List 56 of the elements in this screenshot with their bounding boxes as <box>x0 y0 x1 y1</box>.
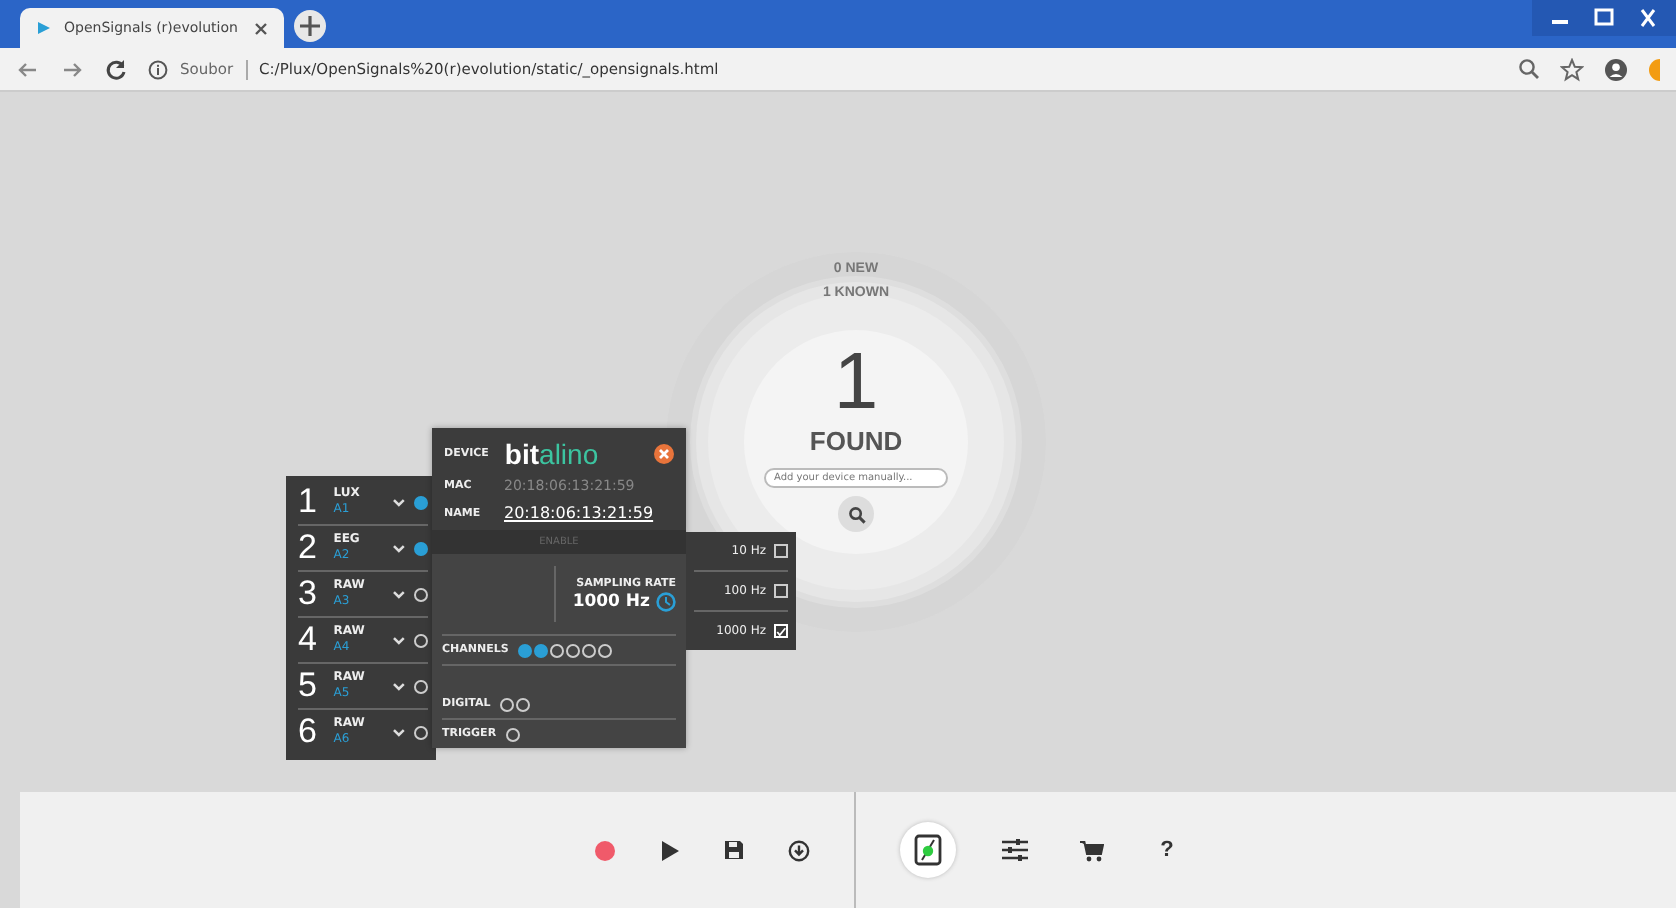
digital-toggle[interactable] <box>516 697 531 711</box>
logo-accent-text: alino <box>539 438 599 470</box>
channel-toggle[interactable] <box>414 725 428 739</box>
channel-indicator[interactable] <box>566 643 581 657</box>
chevron-icon[interactable] <box>392 727 407 737</box>
channel-number: 4 <box>298 620 319 660</box>
rate-checkbox[interactable] <box>774 584 788 598</box>
help-button[interactable]: ? <box>1151 834 1183 866</box>
cart-icon <box>1079 839 1103 861</box>
record-icon[interactable] <box>593 839 615 861</box>
back-icon[interactable] <box>16 57 40 81</box>
clock-icon[interactable] <box>656 591 676 611</box>
digital-toggle[interactable] <box>500 697 515 711</box>
chevron-icon[interactable] <box>392 635 407 645</box>
search-button[interactable] <box>838 496 874 532</box>
channel-number: 1 <box>298 482 319 522</box>
save-icon[interactable] <box>723 840 743 860</box>
star-icon[interactable] <box>1560 57 1584 81</box>
channel-toggle[interactable] <box>414 541 428 555</box>
channel-number: 6 <box>298 712 319 752</box>
logo-text: bit <box>504 438 540 470</box>
forward-icon[interactable] <box>60 57 84 81</box>
found-label: FOUND <box>809 426 903 456</box>
account-icon[interactable] <box>1604 57 1628 81</box>
device-icon <box>913 834 941 866</box>
sliders-icon <box>1002 838 1028 862</box>
channel-number: 3 <box>298 574 319 614</box>
tab-favicon-icon <box>36 20 52 36</box>
channel-number: 5 <box>298 666 319 706</box>
device-name[interactable]: 20:18:06:13:21:59 <box>504 504 654 522</box>
channel-number: 2 <box>298 528 319 568</box>
close-icon[interactable] <box>254 21 268 35</box>
trigger-toggle[interactable] <box>506 727 521 741</box>
sampling-rate-value: 1000 Hz <box>572 591 650 611</box>
play-icon[interactable] <box>659 839 679 861</box>
new-tab-icon[interactable] <box>292 8 328 44</box>
search-icon <box>847 505 865 523</box>
channel-toggle[interactable] <box>414 587 428 601</box>
sliders-button[interactable] <box>999 834 1031 866</box>
reload-icon[interactable] <box>104 57 128 81</box>
channel-toggle[interactable] <box>414 679 428 693</box>
zoom-icon[interactable] <box>1518 58 1540 80</box>
chevron-icon[interactable] <box>392 589 407 599</box>
chevron-icon[interactable] <box>392 681 407 691</box>
chevron-icon[interactable] <box>392 497 407 507</box>
chevron-icon[interactable] <box>392 543 407 553</box>
download-icon[interactable] <box>787 839 809 861</box>
found-count: 1 <box>833 338 879 426</box>
channel-toggle[interactable] <box>414 633 428 647</box>
info-icon <box>148 59 168 79</box>
channel-indicator[interactable] <box>598 643 613 657</box>
device-button[interactable] <box>899 822 955 878</box>
rate-checkbox[interactable] <box>774 544 788 558</box>
channel-indicator[interactable] <box>582 643 597 657</box>
channel-toggle[interactable] <box>414 495 428 509</box>
close-icon[interactable] <box>654 444 674 464</box>
